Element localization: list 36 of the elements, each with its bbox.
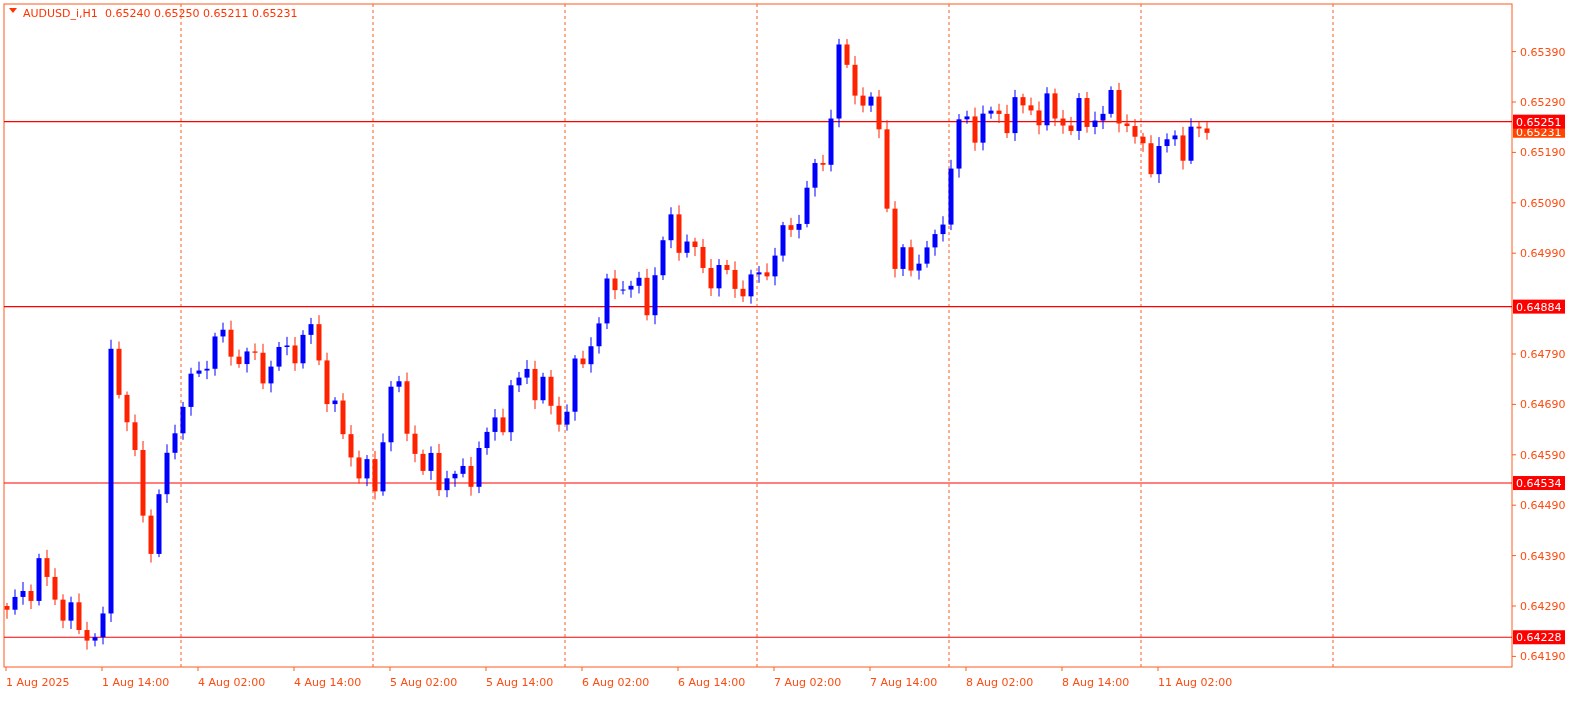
axis-label: 0.64490 bbox=[1520, 499, 1566, 513]
axis-label: 0.64290 bbox=[1520, 600, 1566, 613]
axis-label: 5 Aug 14:00 bbox=[486, 676, 554, 689]
axis-label: 5 Aug 02:00 bbox=[390, 676, 458, 689]
axis-label: 0.65290 bbox=[1520, 96, 1566, 109]
axis-label: 0.65090 bbox=[1520, 196, 1566, 210]
price-tag: 0.64884 bbox=[1513, 299, 1565, 314]
price-level-line[interactable] bbox=[3, 636, 1513, 638]
price-level-line[interactable] bbox=[3, 482, 1513, 484]
axis-label: 0.64390 bbox=[1520, 549, 1566, 563]
axis-label: 1 Aug 2025 bbox=[6, 676, 70, 689]
axis-label: 4 Aug 14:00 bbox=[294, 676, 362, 689]
price-quote: 0.65240 0.65250 0.65211 0.65231 bbox=[105, 7, 298, 20]
axis-label: 6 Aug 02:00 bbox=[582, 676, 650, 689]
price-tag: 0.64534 bbox=[1513, 476, 1565, 490]
chart-symbol: AUDUSD_i,H1 bbox=[23, 7, 98, 20]
dropdown-triangle-icon[interactable] bbox=[9, 8, 17, 13]
axis-label: 8 Aug 14:00 bbox=[1062, 676, 1130, 689]
price-level-line[interactable] bbox=[3, 306, 1513, 308]
axis-label: 1 Aug 14:00 bbox=[102, 676, 170, 689]
axis-label: 0.64190 bbox=[1520, 650, 1566, 664]
axis-label: 4 Aug 02:00 bbox=[198, 676, 266, 689]
price-tag: 0.64228 bbox=[1513, 630, 1565, 645]
axis-label: 0.64590 bbox=[1520, 448, 1566, 462]
axis-label: 0.64790 bbox=[1520, 348, 1566, 361]
axis-label: 0.64690 bbox=[1520, 398, 1566, 412]
axis-label: 11 Aug 02:00 bbox=[1158, 676, 1233, 689]
axis-label: 7 Aug 02:00 bbox=[774, 676, 842, 689]
axis-label: 6 Aug 14:00 bbox=[678, 676, 746, 689]
price-tag: 0.65251 bbox=[1513, 114, 1565, 129]
price-level-line[interactable] bbox=[3, 121, 1513, 123]
axis-label: 8 Aug 02:00 bbox=[966, 676, 1034, 689]
axis-label: 0.65390 bbox=[1520, 45, 1566, 59]
axis-label: 7 Aug 14:00 bbox=[870, 676, 938, 689]
axis-label: 0.65190 bbox=[1520, 146, 1566, 160]
axis-label: 0.64990 bbox=[1520, 247, 1566, 261]
